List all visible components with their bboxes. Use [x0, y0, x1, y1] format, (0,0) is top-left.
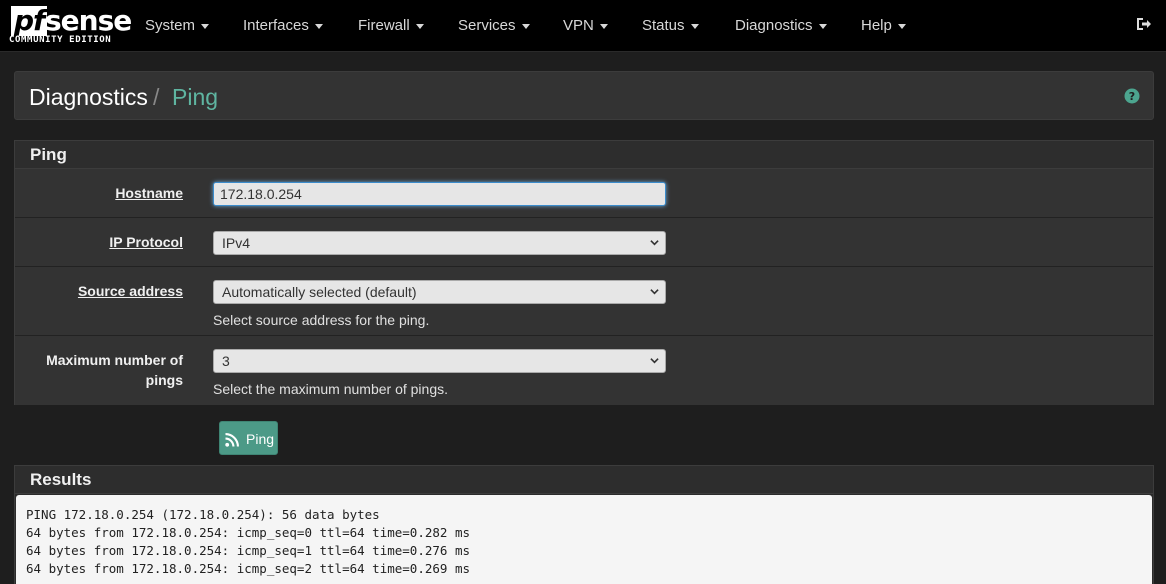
logo-edition: COMMUNITY EDITION [9, 35, 112, 45]
chevron-down-icon [650, 358, 659, 364]
hostname-input[interactable]: 172.18.0.254 [213, 182, 666, 206]
nav-vpn[interactable]: VPN [563, 17, 608, 34]
source-address-help: Select source address for the ping. [213, 312, 430, 328]
caret-down-icon [599, 23, 608, 29]
chevron-down-icon [650, 289, 659, 295]
breadcrumb-parent[interactable]: Diagnostics [29, 84, 148, 111]
caret-down-icon [897, 23, 906, 29]
caret-down-icon [818, 23, 827, 29]
breadcrumb: Diagnostics / Ping ? [14, 71, 1154, 120]
source-address-select[interactable]: Automatically selected (default) [213, 280, 666, 304]
source-address-value: Automatically selected (default) [222, 284, 417, 300]
nav-firewall[interactable]: Firewall [358, 17, 424, 34]
results-panel: Results PING 172.18.0.254 (172.18.0.254)… [14, 465, 1154, 584]
top-navbar: pf sense COMMUNITY EDITION System Interf… [0, 0, 1166, 52]
source-address-row: Source address Automatically selected (d… [15, 267, 1153, 336]
max-pings-label-line1: Maximum number of [46, 352, 183, 368]
ping-panel: Ping Hostname 172.18.0.254 IP Protocol I… [14, 140, 1154, 405]
nav-services-label: Services [458, 17, 516, 34]
chevron-down-icon [650, 240, 659, 246]
logo-pf: pf [11, 6, 48, 36]
caret-down-icon [201, 23, 210, 29]
max-pings-label-line2: pings [145, 372, 183, 388]
question-circle-icon[interactable]: ? [1124, 88, 1140, 104]
nav-help-label: Help [861, 17, 892, 34]
nav-diagnostics[interactable]: Diagnostics [735, 17, 827, 34]
max-pings-help: Select the maximum number of pings. [213, 381, 448, 397]
sign-out-icon[interactable] [1136, 16, 1152, 32]
max-pings-value: 3 [222, 353, 230, 369]
nav-system-label: System [145, 17, 196, 34]
breadcrumb-current[interactable]: Ping [172, 84, 218, 111]
nav-status-label: Status [642, 17, 685, 34]
results-panel-title: Results [15, 466, 1153, 494]
nav-diagnostics-label: Diagnostics [735, 17, 813, 34]
max-pings-select[interactable]: 3 [213, 349, 666, 373]
nav-interfaces-label: Interfaces [243, 17, 309, 34]
nav-interfaces[interactable]: Interfaces [243, 17, 323, 34]
results-output[interactable]: PING 172.18.0.254 (172.18.0.254): 56 dat… [16, 495, 1152, 584]
caret-down-icon [521, 23, 530, 29]
max-pings-row: Maximum number of pings 3 Select the max… [15, 336, 1153, 405]
ip-protocol-value: IPv4 [222, 235, 251, 251]
caret-down-icon [415, 23, 424, 29]
logo-sense: sense [45, 4, 132, 37]
result-line: PING 172.18.0.254 (172.18.0.254): 56 dat… [26, 507, 380, 522]
ping-panel-title: Ping [15, 141, 1153, 169]
caret-down-icon [690, 23, 699, 29]
caret-down-icon [314, 23, 323, 29]
ip-protocol-label[interactable]: IP Protocol [109, 234, 183, 250]
breadcrumb-separator: / [153, 84, 160, 110]
nav-vpn-label: VPN [563, 17, 594, 34]
hostname-row: Hostname 172.18.0.254 [15, 169, 1153, 218]
pfsense-logo[interactable]: pf sense COMMUNITY EDITION [9, 6, 132, 46]
result-line: 64 bytes from 172.18.0.254: icmp_seq=2 t… [26, 561, 471, 576]
rss-icon [225, 433, 239, 447]
result-line: 64 bytes from 172.18.0.254: icmp_seq=0 t… [26, 525, 471, 540]
nav-firewall-label: Firewall [358, 17, 410, 34]
hostname-value: 172.18.0.254 [220, 186, 302, 202]
svg-text:?: ? [1129, 90, 1135, 103]
nav-system[interactable]: System [145, 17, 210, 34]
ip-protocol-row: IP Protocol IPv4 [15, 218, 1153, 267]
nav-status[interactable]: Status [642, 17, 699, 34]
nav-services[interactable]: Services [458, 17, 530, 34]
nav-help[interactable]: Help [861, 17, 906, 34]
result-line: 64 bytes from 172.18.0.254: icmp_seq=1 t… [26, 543, 471, 558]
ping-button[interactable]: Ping [219, 421, 278, 455]
source-address-label[interactable]: Source address [78, 283, 183, 299]
hostname-label[interactable]: Hostname [115, 185, 183, 201]
ip-protocol-select[interactable]: IPv4 [213, 231, 666, 255]
ping-button-label: Ping [246, 431, 275, 447]
